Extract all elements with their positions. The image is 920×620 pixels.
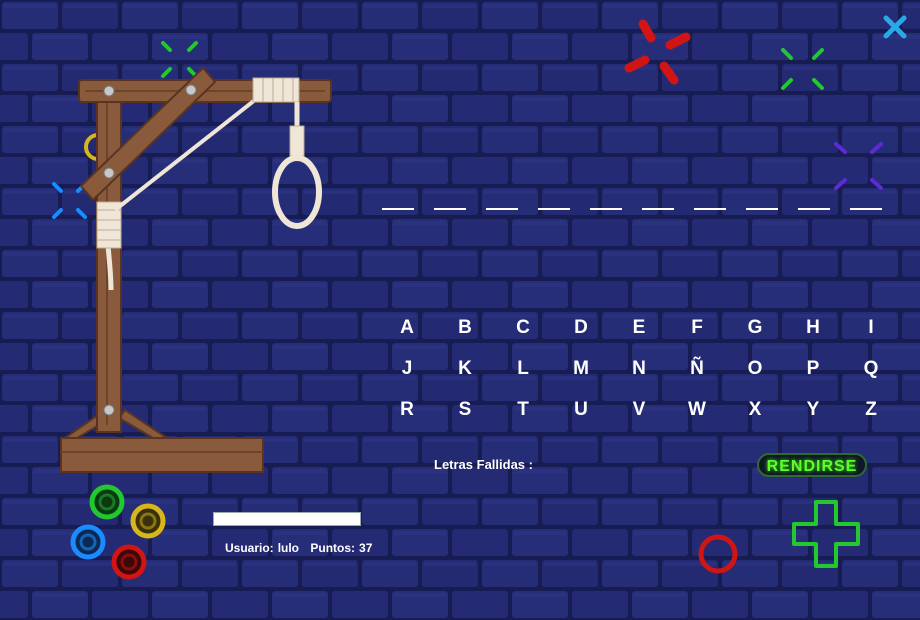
letter-key[interactable]: B — [436, 312, 494, 343]
letter-key[interactable]: L — [494, 353, 552, 384]
letter-slot — [590, 196, 622, 210]
neon-red-capsules-icon — [624, 19, 691, 85]
letter-key[interactable]: Q — [842, 353, 900, 384]
progress-bar — [213, 512, 361, 526]
letter-key[interactable]: H — [784, 312, 842, 343]
letter-key[interactable]: T — [494, 394, 552, 425]
letter-key[interactable]: M — [552, 353, 610, 384]
user-label: Usuario: — [225, 541, 274, 555]
word-slots — [382, 196, 887, 210]
letter-key[interactable]: I — [842, 312, 900, 343]
letter-key[interactable]: O — [726, 353, 784, 384]
failed-letters-label: Letras Fallidas : — [434, 457, 533, 472]
letter-slot — [434, 196, 466, 210]
letter-slot — [850, 196, 882, 210]
failed-letters: Letras Fallidas : — [434, 457, 533, 472]
close-x-icon — [883, 15, 907, 39]
letter-key[interactable]: Ñ — [668, 353, 726, 384]
letter-key[interactable]: Z — [842, 394, 900, 425]
letter-slot — [382, 196, 414, 210]
letter-key[interactable]: U — [552, 394, 610, 425]
close-button[interactable] — [880, 12, 910, 42]
letter-key[interactable]: V — [610, 394, 668, 425]
letter-key[interactable]: J — [378, 353, 436, 384]
letter-key[interactable]: E — [610, 312, 668, 343]
letter-slot — [538, 196, 570, 210]
neon-purple-x-icon — [834, 142, 883, 190]
surrender-button[interactable]: RENDIRSE — [757, 453, 867, 477]
neon-green-x-icon — [781, 48, 824, 90]
points-value: 37 — [359, 541, 373, 555]
letter-key[interactable]: K — [436, 353, 494, 384]
progress-bar-fill — [214, 513, 360, 525]
letter-key[interactable]: S — [436, 394, 494, 425]
letter-key[interactable]: A — [378, 312, 436, 343]
letter-key[interactable]: G — [726, 312, 784, 343]
points-label: Puntos: — [310, 541, 356, 555]
letter-key[interactable]: N — [610, 353, 668, 384]
letter-slot — [798, 196, 830, 210]
letter-key[interactable]: W — [668, 394, 726, 425]
letter-slot — [642, 196, 674, 210]
letter-key[interactable]: X — [726, 394, 784, 425]
letter-key[interactable]: C — [494, 312, 552, 343]
letter-slot — [486, 196, 518, 210]
letter-key[interactable]: R — [378, 394, 436, 425]
letter-key[interactable]: F — [668, 312, 726, 343]
letter-keyboard: ABCDEFGHI JKLMNÑOPQ RSTUVWXYZ — [378, 312, 901, 425]
neon-rings-cluster-icon — [70, 484, 166, 580]
letter-key[interactable]: Y — [784, 394, 842, 425]
neon-red-ring-icon — [698, 534, 738, 574]
neon-green-plus-icon — [792, 500, 860, 568]
letter-key[interactable]: P — [784, 353, 842, 384]
letter-slot — [746, 196, 778, 210]
letter-key[interactable]: D — [552, 312, 610, 343]
letter-slot — [694, 196, 726, 210]
user-status: Usuario: lulo Puntos: 37 — [225, 541, 376, 555]
gallows — [60, 66, 332, 473]
user-name: lulo — [277, 541, 300, 555]
